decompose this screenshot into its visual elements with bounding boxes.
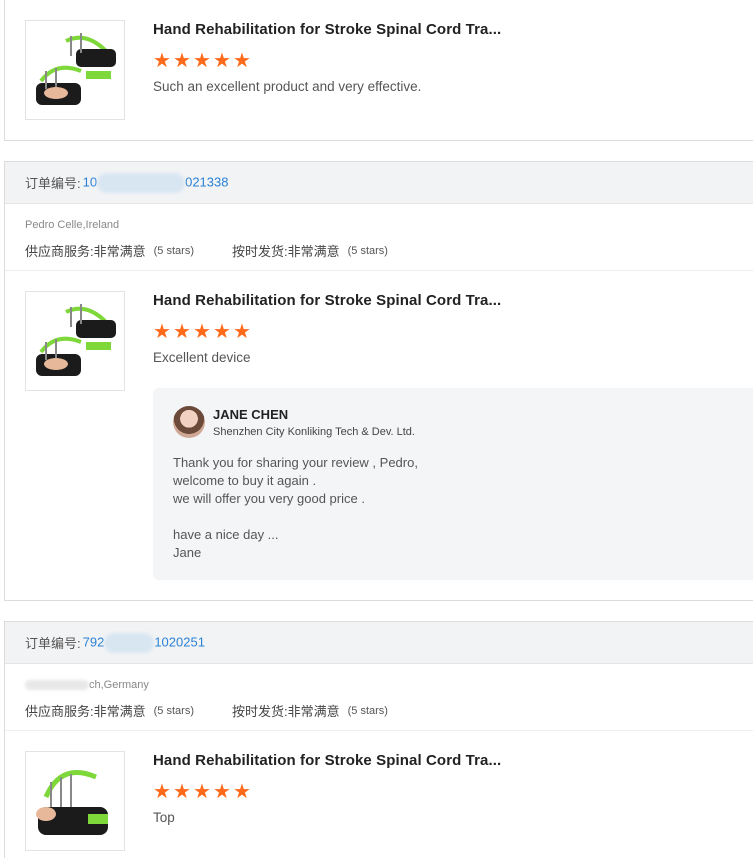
star-icon: ★ <box>193 781 211 803</box>
star-icon: ★ <box>213 50 231 72</box>
rating-stars-note: (5 stars) <box>347 704 388 717</box>
review-card: 订单编号: 10 021338 Pedro Celle,Ireland 供应商服务… <box>4 161 753 601</box>
star-icon: ★ <box>233 321 251 343</box>
star-icon: ★ <box>233 781 251 803</box>
star-icon: ★ <box>213 321 231 343</box>
product-title[interactable]: Hand Rehabilitation for Stroke Spinal Co… <box>153 291 753 311</box>
reply-author-name: JANE CHEN <box>213 406 289 422</box>
buyer-block: Pedro Celle,Ireland 供应商服务: 非常满意 (5 stars… <box>5 204 753 271</box>
ontime-shipping-rating: 按时发货: 非常满意 (5 stars) <box>232 241 388 260</box>
rating-value: 非常满意 <box>287 704 340 719</box>
buyer-location: ch,Germany <box>25 676 743 694</box>
rating-label: 按时发货: <box>231 704 288 719</box>
rating-label: 供应商服务: <box>25 244 94 259</box>
buyer-location-text: ch,Germany <box>89 679 149 691</box>
reply-header: JANE CHEN Shenzhen City Konliking Tech &… <box>173 406 753 438</box>
buyer-location: Pedro Celle,Ireland <box>25 219 120 231</box>
product-row: Hand Rehabilitation for Stroke Spinal Co… <box>5 271 753 391</box>
product-thumbnail[interactable] <box>25 20 125 120</box>
reply-author: JANE CHEN Shenzhen City Konliking Tech &… <box>213 407 415 438</box>
order-number-suffix: 021338 <box>185 173 229 189</box>
product-thumbnail[interactable] <box>25 751 125 851</box>
rehab-glove-image <box>36 770 108 835</box>
star-rating: ★ ★ ★ ★ ★ <box>153 321 753 343</box>
order-number-suffix: 1020251 <box>154 633 205 649</box>
star-rating: ★ ★ ★ ★ ★ <box>153 781 753 803</box>
review-card: Hand Rehabilitation for Stroke Spinal Co… <box>4 0 753 141</box>
rating-label: 供应商服务: <box>25 704 94 719</box>
star-icon: ★ <box>173 781 191 803</box>
redacted-mask <box>97 172 186 193</box>
review-text: Such an excellent product and very effec… <box>153 79 422 94</box>
order-number-prefix: 10 <box>82 173 98 189</box>
redacted-mask <box>104 632 155 653</box>
product-info: Hand Rehabilitation for Stroke Spinal Co… <box>153 751 753 825</box>
star-icon: ★ <box>213 781 231 803</box>
product-thumbnail[interactable] <box>25 291 125 391</box>
reply-company: Shenzhen City Konliking Tech & Dev. Ltd. <box>213 425 415 438</box>
rating-stars-note: (5 stars) <box>153 704 194 717</box>
product-title[interactable]: Hand Rehabilitation for Stroke Spinal Co… <box>153 751 753 771</box>
order-bar: 订单编号: 792 1020251 <box>5 622 753 664</box>
star-icon: ★ <box>193 50 211 72</box>
order-label: 订单编号: <box>25 176 81 191</box>
supplier-service-rating: 供应商服务: 非常满意 (5 stars) <box>25 701 194 720</box>
star-icon: ★ <box>153 321 171 343</box>
star-icon: ★ <box>153 50 171 72</box>
rating-label: 按时发货: <box>231 244 288 259</box>
order-bar: 订单编号: 10 021338 <box>5 162 753 204</box>
review-text: Top <box>153 810 175 825</box>
star-icon: ★ <box>193 321 211 343</box>
product-info: Hand Rehabilitation for Stroke Spinal Co… <box>153 291 753 365</box>
redacted-mask <box>25 680 89 691</box>
product-title[interactable]: Hand Rehabilitation for Stroke Spinal Co… <box>153 20 753 40</box>
order-label: 订单编号: <box>25 636 81 651</box>
star-rating: ★ ★ ★ ★ ★ <box>153 50 753 72</box>
rating-value: 非常满意 <box>287 244 340 259</box>
reply-text: Thank you for sharing your review , Pedr… <box>173 455 418 560</box>
rating-stars-note: (5 stars) <box>347 244 388 257</box>
order-number-prefix: 792 <box>82 633 105 649</box>
seller-ratings: 供应商服务: 非常满意 (5 stars) 按时发货: 非常满意 (5 star… <box>25 701 743 720</box>
buyer-block: ch,Germany 供应商服务: 非常满意 (5 stars) 按时发货: 非… <box>5 664 753 731</box>
rehab-glove-image <box>36 304 116 376</box>
review-card: 订单编号: 792 1020251 ch,Germany 供应商服务: 非常满意 … <box>4 621 753 858</box>
product-row: Hand Rehabilitation for Stroke Spinal Co… <box>5 0 753 120</box>
star-icon: ★ <box>173 321 191 343</box>
order-number-link[interactable]: 792 1020251 <box>82 632 205 653</box>
rating-value: 非常满意 <box>93 704 146 719</box>
star-icon: ★ <box>173 50 191 72</box>
rating-value: 非常满意 <box>93 244 146 259</box>
star-icon: ★ <box>153 781 171 803</box>
supplier-service-rating: 供应商服务: 非常满意 (5 stars) <box>25 241 194 260</box>
star-icon: ★ <box>233 50 251 72</box>
product-info: Hand Rehabilitation for Stroke Spinal Co… <box>153 20 753 94</box>
ontime-shipping-rating: 按时发货: 非常满意 (5 stars) <box>232 701 388 720</box>
rehab-glove-image <box>36 33 116 105</box>
seller-ratings: 供应商服务: 非常满意 (5 stars) 按时发货: 非常满意 (5 star… <box>25 241 743 260</box>
product-row: Hand Rehabilitation for Stroke Spinal Co… <box>5 731 753 851</box>
rating-stars-note: (5 stars) <box>153 244 194 257</box>
review-text: Excellent device <box>153 350 251 365</box>
order-number-link[interactable]: 10 021338 <box>82 172 229 193</box>
avatar <box>173 406 205 438</box>
seller-reply: JANE CHEN Shenzhen City Konliking Tech &… <box>153 388 753 580</box>
